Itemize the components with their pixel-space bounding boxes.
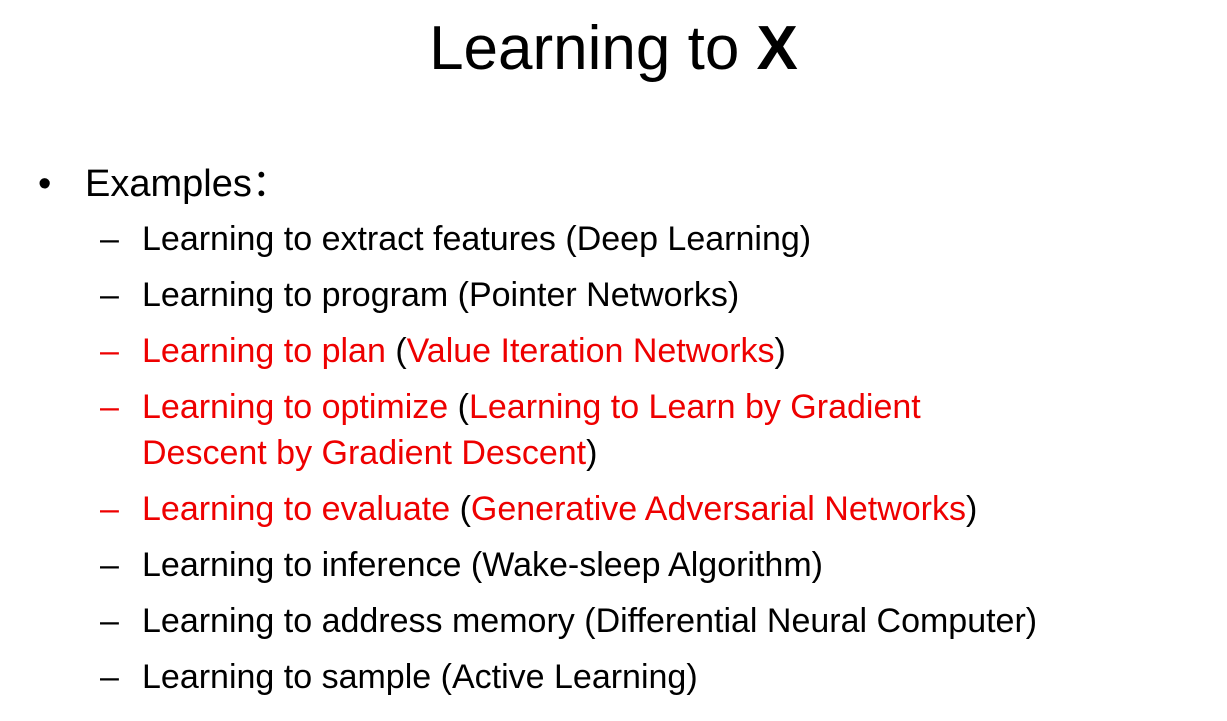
- item-reference: Active Learning: [451, 658, 687, 696]
- item-close-paren: ): [586, 434, 598, 472]
- item-reference: Differential Neural Computer: [595, 602, 1026, 640]
- item-reference: Deep Learning: [576, 220, 800, 258]
- item-open-paren: (: [574, 602, 596, 640]
- item-task: Learning to program: [142, 276, 449, 314]
- item-task: Learning to evaluate: [142, 490, 451, 528]
- bullet-label: Examples：: [85, 163, 290, 205]
- list-item: – Learning to program (Pointer Networks): [100, 272, 1220, 318]
- dash-icon: –: [100, 602, 119, 640]
- item-open-paren: (: [448, 388, 469, 426]
- item-task: Learning to sample: [142, 658, 432, 696]
- list-item-text: Learning to program (Pointer Networks): [142, 272, 1220, 318]
- list-item: – Learning to address memory (Differenti…: [100, 598, 1220, 644]
- dash-icon: –: [100, 490, 119, 528]
- list-item-text: Learning to address memory (Differential…: [142, 598, 1220, 644]
- item-close-paren: ): [966, 490, 978, 528]
- item-reference: Generative Adversarial Networks: [470, 490, 966, 528]
- item-close-paren: ): [727, 276, 740, 314]
- item-reference: Value Iteration Networks: [406, 332, 775, 370]
- item-open-paren: (: [385, 332, 407, 370]
- list-item-text: Learning to evaluate (Generative Adversa…: [142, 486, 1220, 532]
- list-item: – Learning to plan (Value Iteration Netw…: [100, 328, 1220, 374]
- list-item-text: Learning to inference (Wake-sleep Algori…: [142, 542, 1220, 588]
- item-open-paren: (: [431, 658, 452, 696]
- item-task: Learning to plan: [142, 332, 386, 370]
- list-item-text: Learning to plan (Value Iteration Networ…: [142, 328, 1220, 374]
- dash-icon: –: [100, 220, 119, 258]
- list-item: – Learning to sample (Active Learning): [100, 654, 1220, 700]
- list-item-text: Learning to optimize (Learning to Learn …: [142, 384, 1042, 476]
- list-item-text: Learning to sample (Active Learning): [142, 654, 1220, 700]
- list-item: – Learning to extract features (Deep Lea…: [100, 216, 1220, 262]
- item-close-paren: ): [774, 332, 786, 370]
- item-close-paren: ): [686, 658, 698, 696]
- item-reference: Wake-sleep Algorithm: [482, 546, 812, 584]
- bullet-examples: • Examples：: [38, 160, 290, 208]
- item-close-paren: ): [1025, 602, 1038, 640]
- list-item-text: Learning to extract features (Deep Learn…: [142, 216, 1220, 262]
- dash-icon: –: [100, 332, 119, 370]
- item-task: Learning to extract features: [142, 220, 556, 258]
- list-item: – Learning to evaluate (Generative Adver…: [100, 486, 1220, 532]
- item-open-paren: (: [450, 490, 471, 528]
- slide-title: Learning to X: [0, 10, 1227, 88]
- dash-icon: –: [100, 276, 119, 314]
- item-task: Learning to inference: [142, 546, 462, 584]
- item-task: Learning to address memory: [142, 602, 575, 640]
- item-open-paren: (: [461, 546, 483, 584]
- item-close-paren: ): [799, 220, 812, 258]
- dash-icon: –: [100, 658, 119, 696]
- list-item: – Learning to inference (Wake-sleep Algo…: [100, 542, 1220, 588]
- dash-icon: –: [100, 546, 119, 584]
- examples-list: – Learning to extract features (Deep Lea…: [100, 216, 1220, 710]
- title-emphasis: X: [756, 14, 798, 83]
- list-item: – Learning to optimize (Learning to Lear…: [100, 384, 1220, 476]
- title-prefix: Learning to: [429, 14, 757, 83]
- dash-icon: –: [100, 388, 119, 426]
- item-open-paren: (: [555, 220, 577, 258]
- item-open-paren: (: [448, 276, 469, 314]
- item-close-paren: ): [811, 546, 823, 584]
- slide: Learning to X • Examples： – Learning to e…: [0, 0, 1227, 721]
- bullet-dot-icon: •: [38, 163, 52, 205]
- item-task: Learning to optimize: [142, 388, 449, 426]
- item-reference: Pointer Networks: [468, 276, 728, 314]
